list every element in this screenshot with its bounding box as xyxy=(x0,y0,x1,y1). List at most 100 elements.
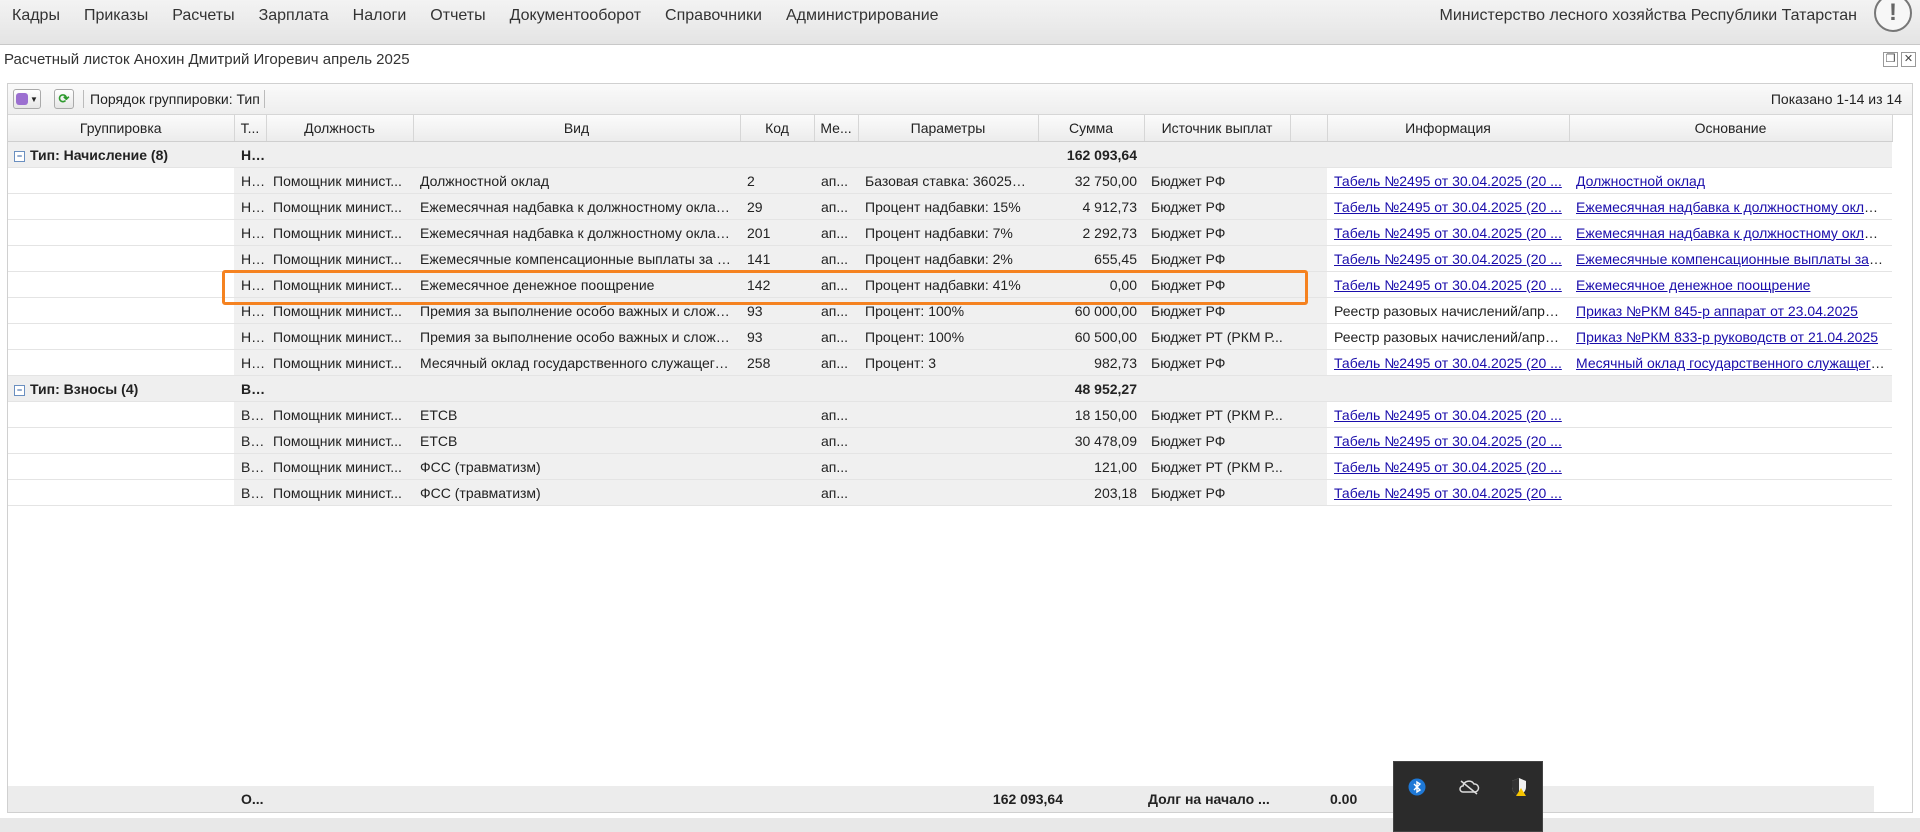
cell-code: 142 xyxy=(740,271,814,298)
menu-prikazy[interactable]: Приказы xyxy=(72,0,160,32)
link-info[interactable]: Табель №2495 от 30.04.2025 (20 ... xyxy=(1334,199,1562,215)
link-basis[interactable]: Месячный оклад государственного служащег… xyxy=(1576,355,1890,371)
col-header-basis[interactable]: Основание xyxy=(1569,115,1893,142)
col-header-kind[interactable]: Вид xyxy=(413,115,741,142)
group-row[interactable]: − Тип: Взносы (4) В... 48 952,27 xyxy=(8,375,1892,402)
cell-params: Процент: 100% xyxy=(858,297,1038,324)
text-pos: Помощник минист... xyxy=(273,276,402,293)
link-info[interactable]: Табель №2495 от 30.04.2025 (20 ... xyxy=(1334,251,1562,267)
table-row[interactable]: В... Помощник минист... ФСС (травматизм) ап… xyxy=(8,453,1892,480)
cloud-offline-icon[interactable] xyxy=(1456,774,1482,800)
col-header-source[interactable]: Источник выплат xyxy=(1144,115,1291,142)
link-info[interactable]: Табель №2495 от 30.04.2025 (20 ... xyxy=(1334,277,1562,293)
menu-otchety[interactable]: Отчеты xyxy=(418,0,497,32)
cell-info[interactable]: Табель №2495 от 30.04.2025 (20 ... xyxy=(1327,401,1569,428)
cell-info[interactable]: Реестр разовых начислений/апре... xyxy=(1327,323,1569,350)
cell-basis[interactable]: Ежемесячное денежное поощрение xyxy=(1569,271,1892,298)
cell-basis[interactable] xyxy=(1569,479,1892,506)
cell-basis[interactable] xyxy=(1569,427,1892,454)
link-info[interactable]: Табель №2495 от 30.04.2025 (20 ... xyxy=(1334,225,1562,241)
cell-t: В... xyxy=(234,401,266,428)
security-warning-icon[interactable] xyxy=(1506,774,1532,800)
cell-info[interactable]: Табель №2495 от 30.04.2025 (20 ... xyxy=(1327,167,1569,194)
group-row[interactable]: − Тип: Начисление (8) Н... 162 093,64 xyxy=(8,141,1892,168)
collapse-toggle-icon[interactable]: − xyxy=(14,384,25,396)
table-row[interactable]: Н... Помощник минист... Ежемесячные компен… xyxy=(8,245,1892,272)
cell-basis[interactable]: Приказ №РКМ 833-р руководств от 21.04.20… xyxy=(1569,323,1892,350)
cell-info[interactable]: Табель №2495 от 30.04.2025 (20 ... xyxy=(1327,427,1569,454)
table-row[interactable]: Н... Помощник минист... Ежемесячное денежн… xyxy=(8,271,1892,298)
col-header-params[interactable]: Параметры xyxy=(858,115,1039,142)
cell-info[interactable]: Табель №2495 от 30.04.2025 (20 ... xyxy=(1327,479,1569,506)
link-basis[interactable]: Ежемесячная надбавка к должностному окла… xyxy=(1576,199,1892,215)
cell-info[interactable]: Табель №2495 от 30.04.2025 (20 ... xyxy=(1327,271,1569,298)
table-row[interactable]: В... Помощник минист... ЕТСВ ап... 30 478,09… xyxy=(8,427,1892,454)
col-header-type[interactable]: Т... xyxy=(234,115,267,142)
cell-info[interactable]: Реестр разовых начислений/апре... xyxy=(1327,297,1569,324)
menu-administrirovanie[interactable]: Администрирование xyxy=(774,0,951,32)
col-header-month[interactable]: Ме... xyxy=(814,115,859,142)
menu-dokumentooborot[interactable]: Документооборот xyxy=(498,0,653,32)
table-row[interactable]: Н... Помощник минист... Должностной оклад 2… xyxy=(8,167,1892,194)
cell-basis[interactable]: Приказ №РКМ 845-р аппарат от 23.04.2025 xyxy=(1569,297,1892,324)
link-info[interactable]: Табель №2495 от 30.04.2025 (20 ... xyxy=(1334,173,1562,189)
grouping-cell xyxy=(8,219,234,246)
table-row[interactable]: Н... Помощник минист... Ежемесячная надбав… xyxy=(8,219,1892,246)
cell-basis[interactable]: Ежемесячная надбавка к должностному окла… xyxy=(1569,193,1892,220)
cell-info[interactable]: Табель №2495 от 30.04.2025 (20 ... xyxy=(1327,453,1569,480)
cell-basis[interactable]: Ежемесячная надбавка к должностному окла… xyxy=(1569,219,1892,246)
cell-info[interactable]: Табель №2495 от 30.04.2025 (20 ... xyxy=(1327,349,1569,376)
menu-nalogi[interactable]: Налоги xyxy=(341,0,419,32)
link-basis[interactable]: Приказ №РКМ 845-р аппарат от 23.04.2025 xyxy=(1576,303,1858,319)
link-basis[interactable]: Приказ №РКМ 833-р руководств от 21.04.20… xyxy=(1576,329,1878,345)
cell-basis[interactable] xyxy=(1569,453,1892,480)
horizontal-scrollbar[interactable] xyxy=(0,818,1920,832)
link-basis[interactable]: Ежемесячная надбавка к должностному окла… xyxy=(1576,225,1892,241)
table-row[interactable]: Н... Помощник минист... Месячный оклад гос… xyxy=(8,349,1892,376)
col-header-empty[interactable] xyxy=(1290,115,1328,142)
bluetooth-icon[interactable] xyxy=(1404,774,1430,800)
refresh-button[interactable]: ⟳ xyxy=(54,89,74,109)
table-row[interactable]: Н... Помощник минист... Премия за выполнен… xyxy=(8,323,1892,350)
settings-dropdown-button[interactable]: ▼ xyxy=(13,89,41,109)
link-info[interactable]: Табель №2495 от 30.04.2025 (20 ... xyxy=(1334,459,1562,475)
cell-basis[interactable]: Ежемесячные компенсационные выплаты за с… xyxy=(1569,245,1892,272)
col-header-grouping[interactable]: Группировка xyxy=(8,115,235,142)
text-t: Н... xyxy=(241,250,263,267)
col-header-position[interactable]: Должность xyxy=(266,115,414,142)
link-info[interactable]: Реестр разовых начислений/апре... xyxy=(1334,329,1564,345)
menu-kadry[interactable]: Кадры xyxy=(0,0,72,32)
cell-info[interactable]: Табель №2495 от 30.04.2025 (20 ... xyxy=(1327,193,1569,220)
cell-pos: Помощник минист... xyxy=(266,427,413,454)
menu-spravochniki[interactable]: Справочники xyxy=(653,0,774,32)
cell-basis[interactable] xyxy=(1569,401,1892,428)
cell-info[interactable]: Табель №2495 от 30.04.2025 (20 ... xyxy=(1327,219,1569,246)
link-info[interactable]: Табель №2495 от 30.04.2025 (20 ... xyxy=(1334,485,1562,501)
close-window-icon[interactable]: ✕ xyxy=(1901,52,1916,67)
restore-window-icon[interactable]: ❐ xyxy=(1883,52,1898,67)
link-info[interactable]: Табель №2495 от 30.04.2025 (20 ... xyxy=(1334,407,1562,423)
cell-info[interactable]: Табель №2495 от 30.04.2025 (20 ... xyxy=(1327,245,1569,272)
col-header-code[interactable]: Код xyxy=(740,115,815,142)
menu-raschety[interactable]: Расчеты xyxy=(160,0,246,32)
table-row[interactable]: Н... Помощник минист... Премия за выполнен… xyxy=(8,297,1892,324)
link-basis[interactable]: Ежемесячные компенсационные выплаты за с… xyxy=(1576,251,1892,267)
link-info[interactable]: Реестр разовых начислений/апре... xyxy=(1334,303,1564,319)
menu-zarplata[interactable]: Зарплата xyxy=(247,0,341,32)
table-row[interactable]: В... Помощник минист... ЕТСВ ап... 18 150,00… xyxy=(8,401,1892,428)
link-info[interactable]: Табель №2495 от 30.04.2025 (20 ... xyxy=(1334,355,1562,371)
text-params: Базовая ставка: 36025р... xyxy=(865,172,1032,189)
col-header-sum[interactable]: Сумма xyxy=(1038,115,1145,142)
link-basis[interactable]: Должностной оклад xyxy=(1576,173,1705,189)
link-basis[interactable]: Ежемесячное денежное поощрение xyxy=(1576,277,1810,293)
notification-alert-icon[interactable]: ! xyxy=(1874,0,1912,32)
col-header-info[interactable]: Информация xyxy=(1327,115,1570,142)
cell-basis[interactable]: Должностной оклад xyxy=(1569,167,1892,194)
table-row[interactable]: В... Помощник минист... ФСС (травматизм) ап… xyxy=(8,479,1892,506)
collapse-toggle-icon[interactable]: − xyxy=(14,150,25,162)
text-sum: 121,00 xyxy=(1094,458,1137,475)
text-sum: 30 478,09 xyxy=(1074,432,1137,449)
table-row[interactable]: Н... Помощник минист... Ежемесячная надбав… xyxy=(8,193,1892,220)
link-info[interactable]: Табель №2495 от 30.04.2025 (20 ... xyxy=(1334,433,1562,449)
cell-basis[interactable]: Месячный оклад государственного служащег… xyxy=(1569,349,1892,376)
